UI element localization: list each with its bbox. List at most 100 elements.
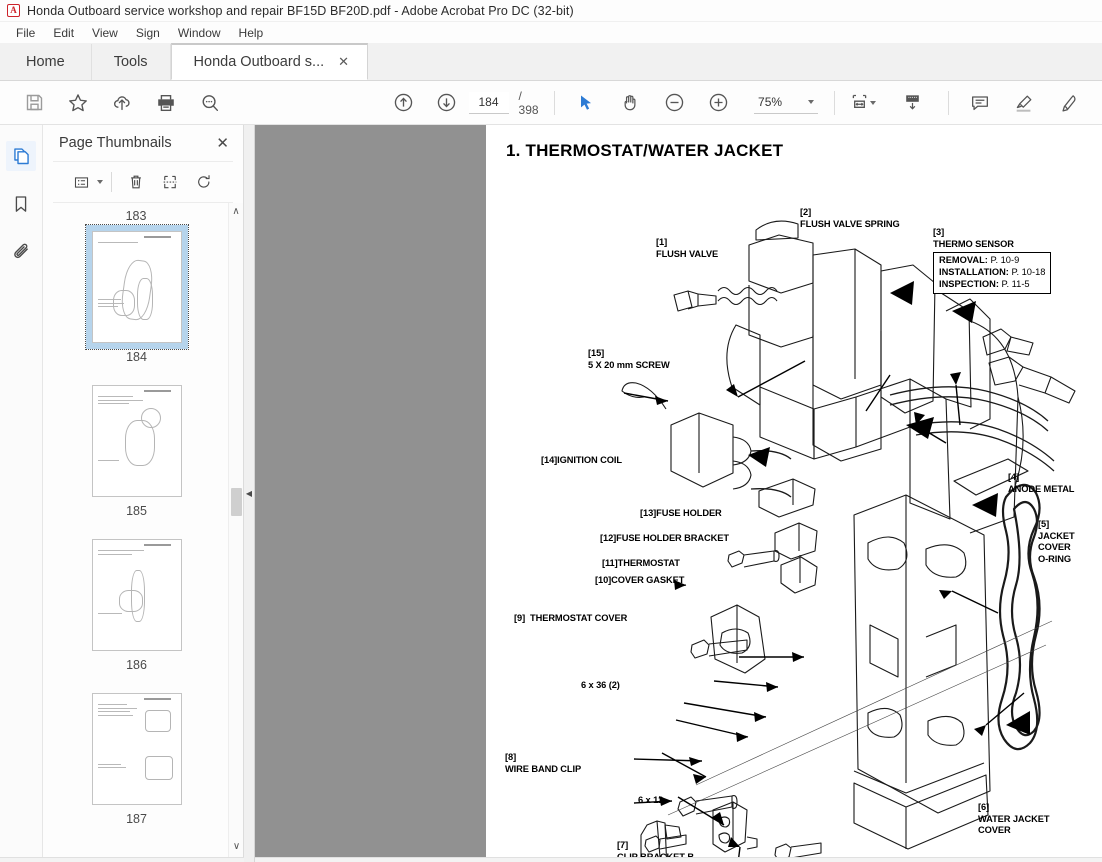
page-navigation: / 398 xyxy=(381,83,545,123)
menu-help[interactable]: Help xyxy=(230,24,273,42)
thumbnail-frame xyxy=(86,533,188,657)
callout-value: P. 10-9 xyxy=(987,255,1020,265)
menu-file[interactable]: File xyxy=(7,24,44,42)
chevron-left-icon: ◀ xyxy=(245,489,253,498)
navigation-rail xyxy=(0,125,43,862)
menu-bar: File Edit View Sign Window Help xyxy=(0,22,1102,43)
menu-view[interactable]: View xyxy=(83,24,127,42)
print-icon[interactable] xyxy=(144,83,188,123)
panel-close-icon[interactable]: ✕ xyxy=(216,136,229,151)
save-icon[interactable] xyxy=(12,83,56,123)
document-viewport[interactable]: 1. THERMOSTAT/WATER JACKET [1] FLUSH VAL… xyxy=(255,125,1102,862)
panel-toolbar-divider xyxy=(111,172,112,192)
tab-document-label: Honda Outboard s... xyxy=(193,54,325,70)
view-tools: 75% xyxy=(564,83,819,123)
cloud-upload-icon[interactable] xyxy=(100,83,144,123)
label-jacket-cover-o-ring: [5] JACKET COVER O-RING xyxy=(1038,519,1075,564)
close-icon[interactable]: ✕ xyxy=(338,54,349,70)
star-icon[interactable] xyxy=(56,83,100,123)
callout-row-inspection: INSPECTION: P. 11-5 xyxy=(939,279,1045,291)
toolbar-divider-3 xyxy=(948,90,950,115)
callout-value: P. 11-5 xyxy=(998,278,1030,289)
page-total-label: / 398 xyxy=(518,88,539,117)
toolbar-divider-1 xyxy=(554,90,556,115)
options-list-icon[interactable] xyxy=(65,167,97,197)
thumbnail-page-number: 186 xyxy=(126,658,147,672)
thumbnail-page-185[interactable]: 185 xyxy=(51,379,222,521)
label-water-jacket-cover: [6] WATER JACKET COVER xyxy=(978,802,1050,835)
menu-sign[interactable]: Sign xyxy=(127,24,169,42)
thumbnail-page-number: 185 xyxy=(126,504,147,518)
thumbnail-image xyxy=(91,231,182,343)
layout-tools xyxy=(844,83,934,123)
rail-item-attachments[interactable] xyxy=(6,237,36,267)
thumbnail-image xyxy=(91,693,182,805)
fit-options-chevron-icon[interactable] xyxy=(870,100,877,105)
thumbnail-page-186[interactable]: 186 xyxy=(51,533,222,675)
menu-edit[interactable]: Edit xyxy=(44,24,83,42)
menu-window[interactable]: Window xyxy=(169,24,230,42)
highlighter-icon[interactable] xyxy=(1002,83,1046,123)
comment-icon[interactable] xyxy=(958,83,1002,123)
label-flush-valve-spring: [2] FLUSH VALVE SPRING xyxy=(800,207,900,229)
callout-row-installation: INSTALLATION: P. 10-18 xyxy=(939,267,1045,279)
page-number-input[interactable] xyxy=(468,91,509,114)
window-title: Honda Outboard service workshop and repa… xyxy=(27,3,574,18)
thumbnail-page-number-183: 183 xyxy=(125,209,147,223)
label-thermostat: [11]THERMOSTAT xyxy=(602,558,680,568)
thumbnail-scrollbar[interactable]: ∧ ∨ xyxy=(228,203,243,862)
minus-circle-icon[interactable] xyxy=(652,83,696,123)
callout-key: INSTALLATION: xyxy=(939,266,1009,277)
pen-icon[interactable] xyxy=(1046,83,1090,123)
cursor-icon[interactable] xyxy=(564,83,608,123)
tab-home[interactable]: Home xyxy=(0,44,92,80)
zoom-level-label: 75% xyxy=(758,95,783,109)
toolbar-divider-2 xyxy=(834,90,836,115)
thumbnail-image xyxy=(91,539,182,651)
thumbnail-list[interactable]: 183 184 185 186 187 ∧ ∨ xyxy=(43,203,243,862)
options-chevron-icon[interactable] xyxy=(97,180,103,184)
pdf-page: 1. THERMOSTAT/WATER JACKET [1] FLUSH VAL… xyxy=(486,125,1102,862)
search-icon[interactable] xyxy=(188,83,232,123)
thumbnail-page-number: 184 xyxy=(126,350,147,364)
rail-item-bookmarks[interactable] xyxy=(6,189,36,219)
label-flush-valve: [1] FLUSH VALVE xyxy=(656,237,719,259)
thumbnail-page-184[interactable]: 184 xyxy=(51,224,222,367)
hand-icon[interactable] xyxy=(608,83,652,123)
tab-tools[interactable]: Tools xyxy=(91,44,171,80)
thumbnail-frame xyxy=(86,687,188,811)
plus-circle-icon[interactable] xyxy=(696,83,740,123)
exploded-diagram: [1] FLUSH VALVE [2] FLUSH VALVE SPRING [… xyxy=(486,125,1102,862)
title-bar: A Honda Outboard service workshop and re… xyxy=(0,0,1102,22)
file-tools xyxy=(12,83,232,123)
rotate-icon[interactable] xyxy=(188,167,220,197)
extract-pages-icon[interactable] xyxy=(154,167,186,197)
thumbnail-page-number: 187 xyxy=(126,812,147,826)
label-wire-band-clip: [8] WIRE BAND CLIP xyxy=(505,752,582,774)
rail-item-page-thumbnails[interactable] xyxy=(6,141,36,171)
panel-title: Page Thumbnails xyxy=(59,135,172,151)
thumbnail-page-187[interactable]: 187 xyxy=(51,687,222,829)
label-fuse-holder: [13]FUSE HOLDER xyxy=(640,508,722,518)
page-scroll-icon[interactable] xyxy=(890,83,934,123)
thumbnail-image xyxy=(91,385,182,497)
callout-key: REMOVAL: xyxy=(939,255,988,265)
label-bolt-6x36: 6 x 36 (2) xyxy=(581,680,620,690)
label-anode-metal: [4] ANODE METAL xyxy=(1008,472,1075,494)
label-thermo-sensor: [3] THERMO SENSOR xyxy=(933,227,1014,249)
scroll-down-icon[interactable]: ∨ xyxy=(229,838,243,854)
arrow-down-circle-icon[interactable] xyxy=(425,83,469,123)
scroll-up-icon[interactable]: ∧ xyxy=(229,203,243,219)
delete-icon[interactable] xyxy=(120,167,152,197)
chevron-down-icon[interactable] xyxy=(808,100,815,104)
tab-strip: Home Tools Honda Outboard s... ✕ xyxy=(0,43,1102,81)
panel-collapse-handle[interactable]: ◀ xyxy=(244,125,255,862)
tab-document[interactable]: Honda Outboard s... ✕ xyxy=(170,43,369,80)
callout-key: INSPECTION: xyxy=(939,278,999,289)
main-toolbar: / 398 xyxy=(0,81,1102,125)
arrow-up-circle-icon[interactable] xyxy=(381,83,425,123)
annotation-tools xyxy=(958,83,1090,123)
zoom-level-control[interactable]: 75% xyxy=(754,92,819,114)
scrollbar-thumb[interactable] xyxy=(231,488,242,516)
acrobat-logo-icon: A xyxy=(7,4,20,17)
